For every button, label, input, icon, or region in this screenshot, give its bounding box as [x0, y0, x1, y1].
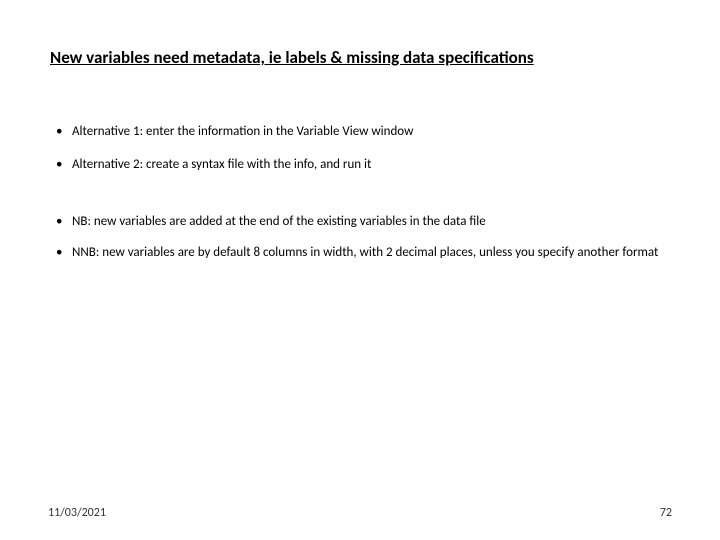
footer: 11/03/2021 72: [0, 506, 720, 520]
footer-date: 11/03/2021: [48, 506, 106, 520]
slide-title: New variables need metadata, ie labels &…: [50, 48, 670, 68]
bullet-list: Alternative 1: enter the information in …: [50, 124, 670, 262]
list-item: Alternative 1: enter the information in …: [50, 124, 670, 141]
list-item: NB: new variables are added at the end o…: [50, 214, 670, 231]
footer-page-number: 72: [660, 506, 672, 520]
slide: New variables need metadata, ie labels &…: [0, 0, 720, 540]
list-item: Alternative 2: create a syntax file with…: [50, 157, 670, 174]
list-item: NNB: new variables are by default 8 colu…: [50, 245, 670, 262]
